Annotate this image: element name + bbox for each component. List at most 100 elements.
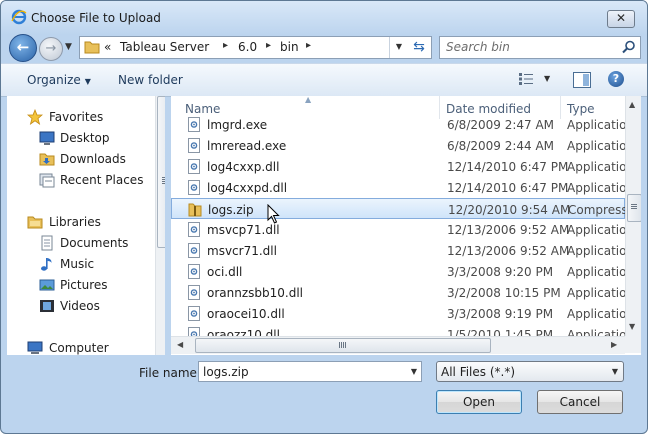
dll-icon [188,285,200,300]
file-date-modified: 6/8/2009 2:47 AM [447,118,555,132]
search-icon[interactable] [622,40,636,54]
breadcrumb-separator[interactable]: ▸ [306,40,311,51]
exe-icon [188,117,200,132]
table-row[interactable]: msvcp71.dll 12/13/2006 9:52 AM Application [171,219,634,240]
sidebar-item-computer[interactable]: Computer [7,338,147,355]
file-date-modified: 3/3/2008 9:20 PM [447,265,554,279]
file-type-dropdown-icon[interactable]: ▼ [612,367,618,376]
file-name-input[interactable]: logs.zip ▼ [198,361,422,382]
forward-button[interactable]: → [39,37,63,61]
table-row[interactable]: oci.dll 3/3/2008 9:20 PM Application [171,261,634,282]
breadcrumb-overflow[interactable]: « [104,40,111,54]
sidebar-item-desktop[interactable]: Desktop [7,128,147,148]
sidebar-item-label: Desktop [60,131,110,145]
title-bar[interactable]: Choose File to Upload ✕ [1,1,647,35]
organize-label: Organize [27,73,81,87]
scroll-right-icon[interactable]: ▶ [611,340,617,349]
window-title: Choose File to Upload [31,11,161,25]
table-row[interactable]: orannzsbb10.dll 3/2/2008 10:15 PM Applicat… [171,282,634,303]
dll-icon [188,180,200,195]
star-icon [27,109,43,125]
file-name: oraocei10.dll [207,307,285,321]
navigation-pane: Favorites Desktop Downloads Recent Place… [7,96,165,355]
vertical-scroll-thumb[interactable] [627,194,641,222]
organize-menu[interactable]: Organize ▼ [27,73,91,87]
sidebar-item-documents[interactable]: Documents [7,233,147,253]
table-row[interactable]: log4cxxpd.dll 12/14/2010 6:47 PM Applicati… [171,177,634,198]
close-button[interactable]: ✕ [607,10,635,28]
table-row[interactable]: msvcr71.dll 12/13/2006 9:52 AM Application [171,240,634,261]
sidebar-item-videos[interactable]: Videos [7,296,147,316]
file-list-horizontal-scrollbar[interactable]: ◀ ▶ [171,336,625,354]
videos-icon [40,300,54,312]
table-row[interactable]: logs.zip 12/20/2010 9:54 AM Compressed [171,198,641,219]
address-bar[interactable]: « Tableau Server ▸ 6.0 ▸ bin ▸ ▼ [79,36,409,59]
scroll-up-icon[interactable]: ▲ [629,100,635,109]
zip-folder-icon [188,203,202,217]
file-name: log4cxxpd.dll [207,181,288,195]
recent-places-icon [39,173,55,188]
file-name-dropdown-icon[interactable]: ▼ [411,367,417,376]
table-row[interactable]: oraocei10.dll 3/3/2008 9:19 PM Application [171,303,634,324]
change-view-icon[interactable] [519,73,533,85]
breadcrumb-tableau-server[interactable]: Tableau Server [120,40,209,54]
sidebar-item-favorites[interactable]: Favorites [7,107,147,127]
forward-arrow-icon: → [45,41,57,56]
file-type-select[interactable]: All Files (*.*) ▼ [436,361,624,382]
downloads-folder-icon [39,153,55,166]
file-type: Application [567,307,635,321]
address-dropdown-icon[interactable]: ▼ [389,37,408,58]
search-input[interactable]: Search bin [446,40,510,54]
sidebar-item-label: Recent Places [60,173,144,187]
libraries-icon [27,216,43,229]
sidebar-item-label: Favorites [49,110,104,124]
file-name: log4cxxp.dll [207,160,280,174]
file-date-modified: 3/3/2008 9:19 PM [447,307,554,321]
sidebar-scrollbar[interactable] [155,96,165,355]
breadcrumb-separator[interactable]: ▸ [266,40,271,51]
scroll-down-icon[interactable]: ▼ [629,322,635,331]
scrollbar-corner [625,336,641,353]
sidebar-item-music[interactable]: Music [7,254,147,274]
sidebar-item-label: Music [60,257,95,271]
dll-icon [188,306,200,321]
sidebar-item-recent-places[interactable]: Recent Places [7,170,147,190]
search-box[interactable]: Search bin [439,36,641,59]
breadcrumb-bin[interactable]: bin [280,40,299,54]
documents-icon [41,235,53,251]
preview-pane-icon[interactable] [573,72,591,88]
refresh-icon: ⇆ [413,39,425,55]
file-list-vertical-scrollbar[interactable]: ▲ ▼ [625,96,641,336]
help-icon[interactable]: ? [608,71,624,87]
history-dropdown-icon[interactable]: ▼ [65,42,72,52]
music-icon [41,258,52,271]
scroll-left-icon[interactable]: ◀ [177,340,183,349]
file-name: logs.zip [208,203,254,217]
sidebar-scroll-thumb[interactable] [157,96,165,248]
sidebar-item-label: Libraries [49,215,101,229]
sidebar-item-libraries[interactable]: Libraries [7,212,147,232]
cancel-button[interactable]: Cancel [537,390,623,414]
new-folder-button[interactable]: New folder [118,73,183,87]
refresh-button[interactable]: ⇆ [407,36,432,59]
horizontal-scroll-thumb[interactable] [195,338,491,353]
sidebar-item-pictures[interactable]: Pictures [7,275,147,295]
view-options-dropdown-icon[interactable]: ▼ [544,74,550,83]
file-type: Application [567,118,635,132]
open-button[interactable]: Open [436,390,522,414]
breadcrumb-6-0[interactable]: 6.0 [238,40,257,54]
file-type: Application [567,265,635,279]
file-type: Application [567,160,635,174]
table-row[interactable]: log4cxxp.dll 12/14/2010 6:47 PM Applicatio… [171,156,634,177]
back-button[interactable]: ← [9,34,37,62]
table-row[interactable]: lmreread.exe 6/8/2009 2:44 AM Application [171,135,634,156]
exe-icon [188,138,200,153]
sidebar-item-label: Computer [49,341,109,355]
breadcrumb-separator[interactable]: ▸ [223,40,228,51]
table-row[interactable]: lmgrd.exe 6/8/2009 2:47 AM Application [171,114,634,135]
file-name-value[interactable]: logs.zip [203,365,249,379]
file-date-modified: 12/13/2006 9:52 AM [447,223,570,237]
sidebar-item-downloads[interactable]: Downloads [7,149,147,169]
file-date-modified: 12/20/2010 9:54 AM [448,203,571,217]
file-name: msvcp71.dll [207,223,280,237]
